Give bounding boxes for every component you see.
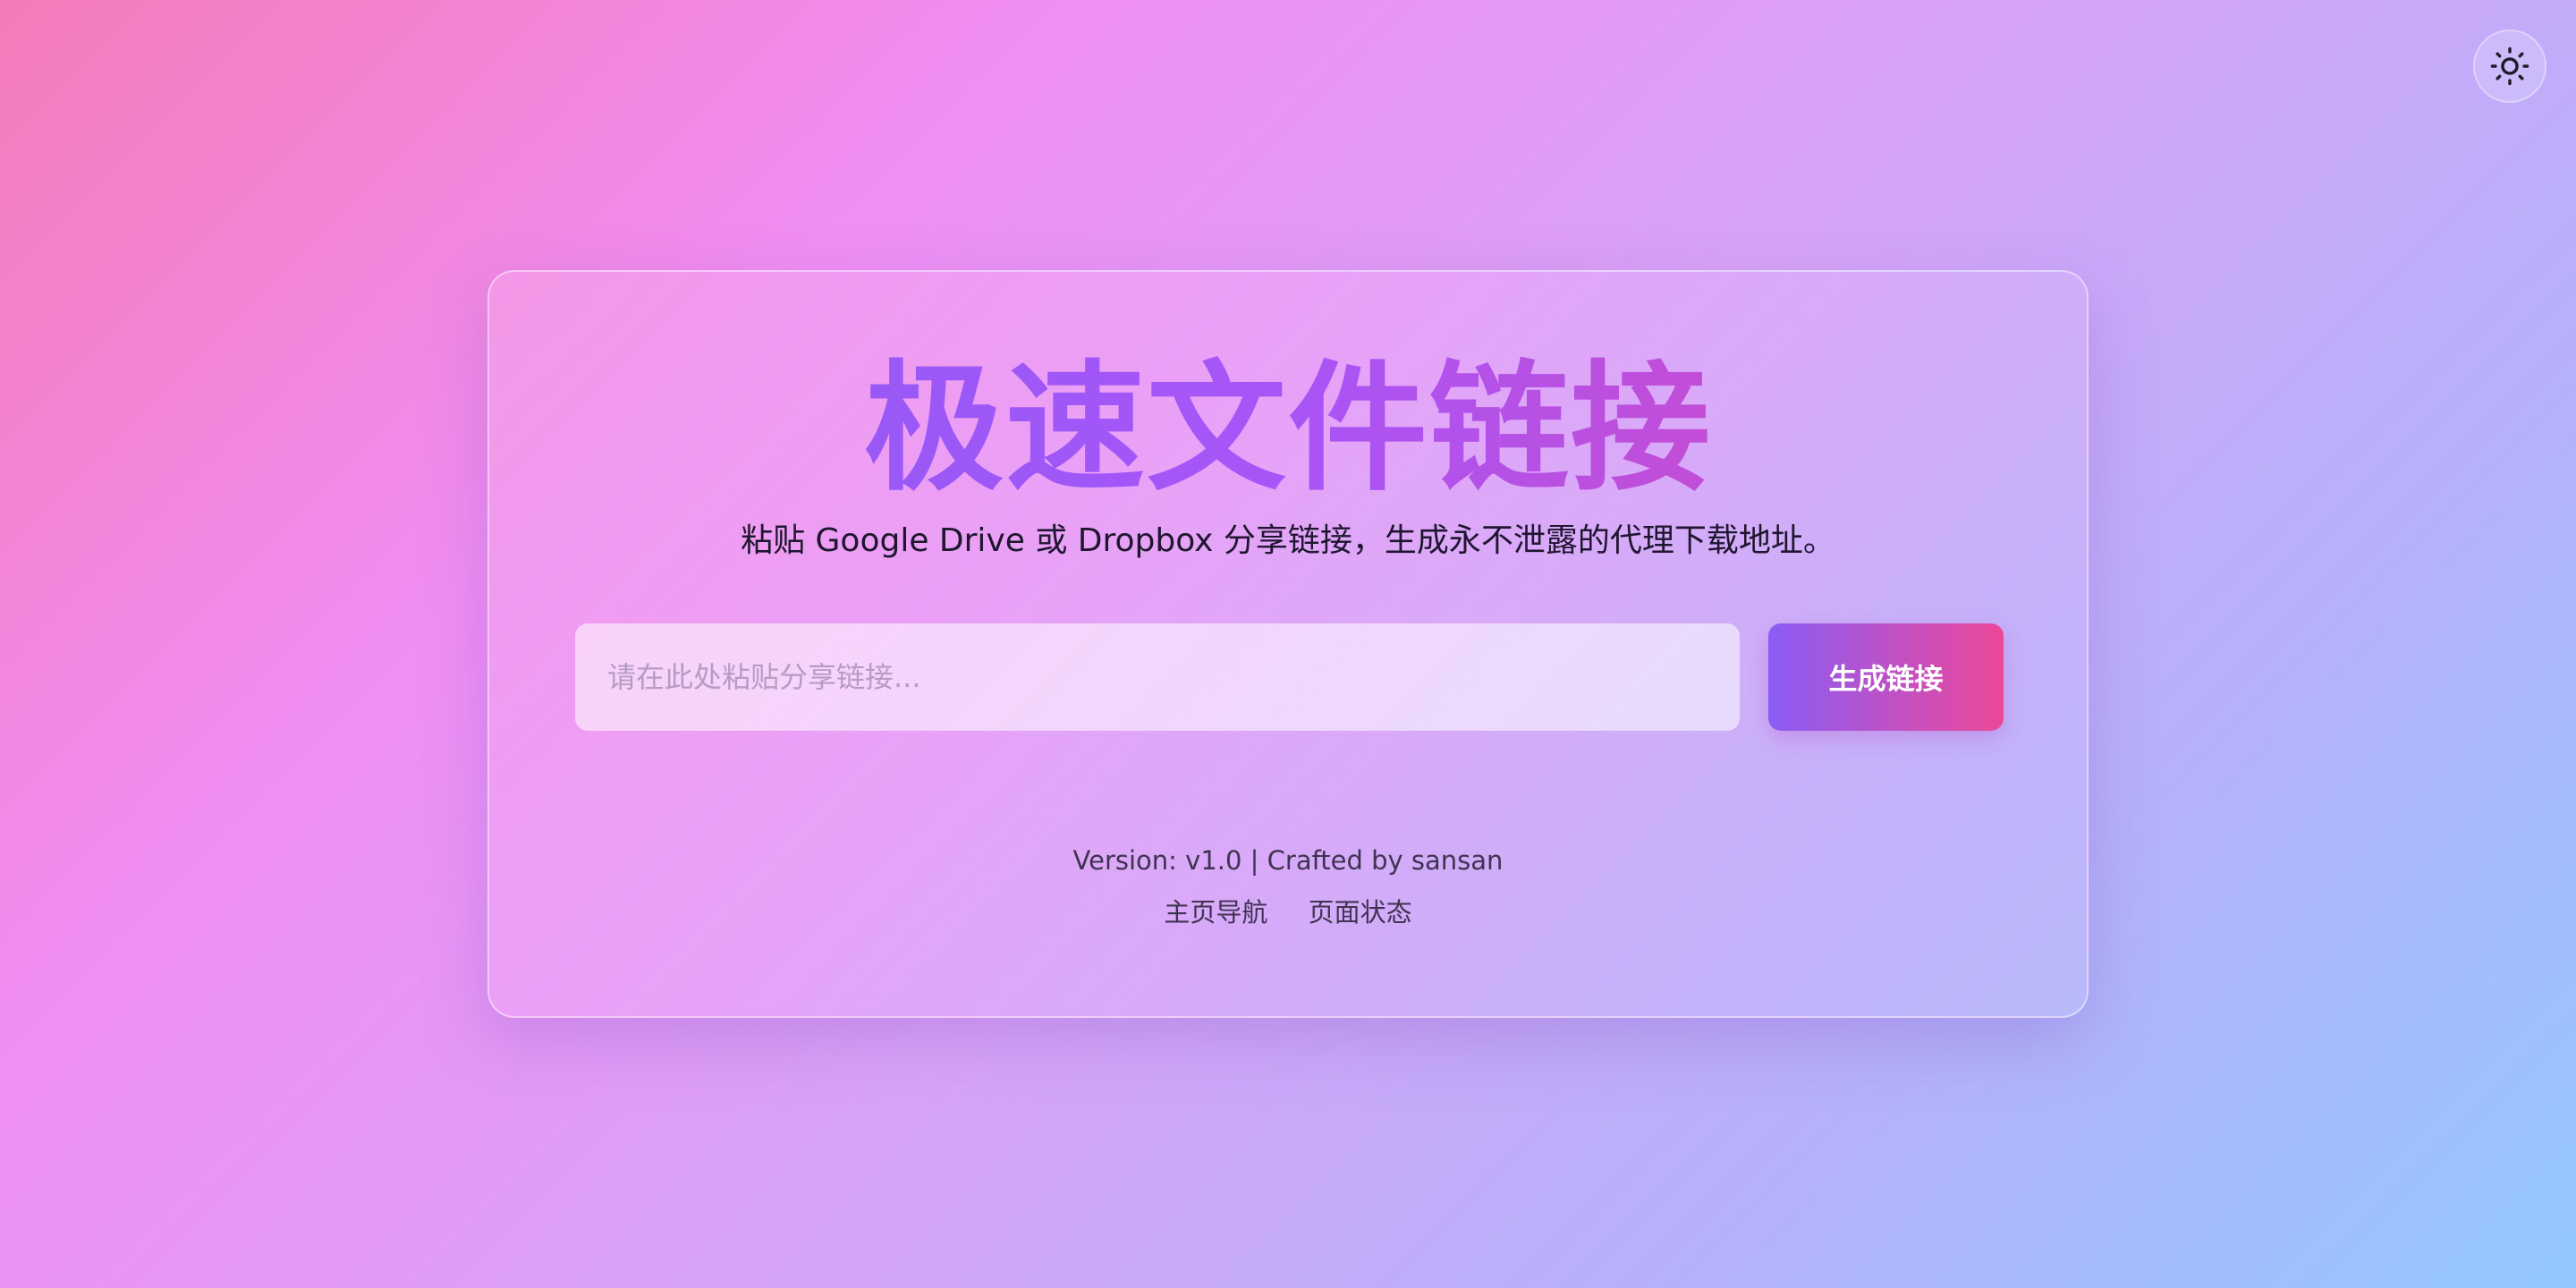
version-credit: Version: v1.0 | Crafted by sansan [1072,845,1504,876]
footer-links: 主页导航 页面状态 [489,894,2087,930]
generate-link-button[interactable]: 生成链接 [1768,623,2004,731]
main-card: 极速文件链接 粘贴 Google Drive 或 Dropbox 分享链接，生成… [487,270,2089,1018]
page-status-link[interactable]: 页面状态 [1309,897,1412,928]
theme-toggle-button[interactable] [2473,30,2546,103]
share-link-input[interactable] [575,623,1740,731]
sun-icon [2490,47,2529,86]
page-subtitle: 粘贴 Google Drive 或 Dropbox 分享链接，生成永不泄露的代理… [741,522,1835,559]
home-navigation-link[interactable]: 主页导航 [1164,897,1267,928]
page-title: 极速文件链接 [489,352,2087,504]
